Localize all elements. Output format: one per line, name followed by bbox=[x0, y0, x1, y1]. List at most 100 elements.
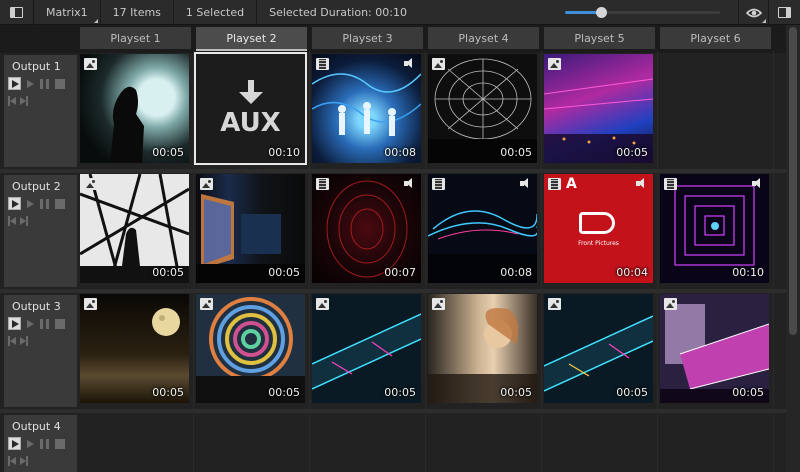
image-icon bbox=[664, 298, 677, 310]
zoom-slider-handle[interactable] bbox=[595, 7, 607, 18]
aux-label: AUX bbox=[220, 107, 281, 138]
tile-duration: 00:05 bbox=[500, 146, 532, 159]
playset-header-4[interactable]: Playset 4 bbox=[428, 27, 539, 49]
video-icon bbox=[316, 178, 329, 190]
media-tile-r3c4[interactable]: 00:05 bbox=[428, 294, 537, 403]
column-divider bbox=[657, 51, 658, 472]
column-divider bbox=[425, 51, 426, 472]
output-row-4 bbox=[0, 413, 786, 472]
media-tile-r1c3[interactable]: 00:08 bbox=[312, 54, 421, 163]
video-icon bbox=[664, 178, 677, 190]
image-icon bbox=[548, 58, 561, 70]
tile-duration: 00:10 bbox=[268, 146, 300, 159]
next-icon[interactable] bbox=[20, 216, 28, 226]
media-tile-r2c5[interactable]: Front Pictures A 00:04 bbox=[544, 174, 653, 283]
sound-icon bbox=[404, 58, 416, 69]
play-icon[interactable] bbox=[8, 77, 21, 90]
previous-icon[interactable] bbox=[8, 216, 16, 226]
playset-header-1[interactable]: Playset 1 bbox=[80, 27, 191, 49]
playset-header-2[interactable]: Playset 2 bbox=[196, 27, 307, 51]
play-icon[interactable] bbox=[8, 317, 21, 330]
eye-icon bbox=[745, 8, 762, 17]
column-divider bbox=[309, 51, 310, 472]
next-icon[interactable] bbox=[20, 336, 28, 346]
pause-icon[interactable] bbox=[40, 318, 49, 329]
media-tile-r3c6[interactable]: 00:05 bbox=[660, 294, 769, 403]
stop-icon[interactable] bbox=[55, 198, 65, 209]
previous-icon[interactable] bbox=[8, 336, 16, 346]
image-icon bbox=[432, 298, 445, 310]
playset-header-6[interactable]: Playset 6 bbox=[660, 27, 771, 49]
output-3-controls: Output 3 bbox=[4, 295, 77, 407]
media-tile-r2c1[interactable]: 00:05 bbox=[80, 174, 189, 283]
pause-icon[interactable] bbox=[40, 438, 49, 449]
image-icon bbox=[84, 178, 97, 190]
play-outline-icon[interactable] bbox=[27, 79, 34, 88]
media-tile-r3c3[interactable]: 00:05 bbox=[312, 294, 421, 403]
play-icon[interactable] bbox=[8, 197, 21, 210]
media-tile-r1c5[interactable]: 00:05 bbox=[544, 54, 653, 163]
tile-duration: 00:05 bbox=[384, 386, 416, 399]
sound-icon bbox=[404, 178, 416, 189]
logo-text: Front Pictures bbox=[578, 240, 619, 247]
output-2-controls: Output 2 bbox=[4, 175, 77, 287]
media-tile-r1c1[interactable]: 00:05 bbox=[80, 54, 189, 163]
next-icon[interactable] bbox=[20, 96, 28, 106]
play-outline-icon[interactable] bbox=[27, 199, 34, 208]
media-tile-r2c4[interactable]: 00:08 bbox=[428, 174, 537, 283]
media-tile-r1c4[interactable]: 00:05 bbox=[428, 54, 537, 163]
tile-duration: 00:08 bbox=[384, 146, 416, 159]
vertical-scrollbar[interactable] bbox=[786, 25, 800, 472]
pause-icon[interactable] bbox=[40, 198, 49, 209]
media-tile-r2c6[interactable]: 00:10 bbox=[660, 174, 769, 283]
matrix-selector[interactable]: Matrix1 bbox=[34, 0, 101, 25]
dropdown-corner-icon bbox=[762, 19, 766, 23]
playset-header-5[interactable]: Playset 5 bbox=[544, 27, 655, 49]
image-icon bbox=[316, 298, 329, 310]
stop-icon[interactable] bbox=[55, 438, 65, 449]
pause-icon[interactable] bbox=[40, 78, 49, 89]
column-divider bbox=[193, 51, 194, 472]
tile-duration: 00:05 bbox=[616, 146, 648, 159]
tile-duration: 00:04 bbox=[616, 266, 648, 279]
output-1-controls: Output 1 bbox=[4, 55, 77, 167]
stop-icon[interactable] bbox=[55, 318, 65, 329]
video-icon bbox=[432, 178, 445, 190]
right-panel-icon bbox=[778, 7, 791, 18]
image-icon bbox=[200, 178, 213, 190]
tile-duration: 00:05 bbox=[500, 386, 532, 399]
playset-header-3[interactable]: Playset 3 bbox=[312, 27, 423, 49]
scrollbar-thumb[interactable] bbox=[789, 27, 797, 335]
play-outline-icon[interactable] bbox=[27, 439, 34, 448]
output-4-label: Output 4 bbox=[12, 420, 61, 433]
selected-duration: Selected Duration: 00:10 bbox=[269, 5, 407, 19]
sound-icon bbox=[520, 178, 532, 189]
media-tile-r3c1[interactable]: 00:05 bbox=[80, 294, 189, 403]
media-tile-r2c3[interactable]: 00:07 bbox=[312, 174, 421, 283]
toolbar: Matrix1 17 Items 1 Selected Selected Dur… bbox=[0, 0, 800, 25]
left-panel-icon bbox=[10, 6, 23, 18]
media-tile-r1c2-aux[interactable]: AUX 00:10 bbox=[194, 52, 307, 165]
zoom-slider[interactable] bbox=[565, 7, 720, 18]
play-icon[interactable] bbox=[8, 437, 21, 450]
previous-icon[interactable] bbox=[8, 96, 16, 106]
media-tile-r3c2[interactable]: 00:05 bbox=[196, 294, 305, 403]
video-icon bbox=[548, 178, 561, 190]
image-icon bbox=[432, 58, 445, 70]
video-icon bbox=[316, 58, 329, 70]
preview-toggle-button[interactable] bbox=[738, 0, 768, 25]
tile-duration: 00:05 bbox=[616, 386, 648, 399]
play-outline-icon[interactable] bbox=[27, 319, 34, 328]
media-tile-r3c5[interactable]: 00:05 bbox=[544, 294, 653, 403]
tile-duration: 00:05 bbox=[152, 266, 184, 279]
tile-duration: 00:05 bbox=[152, 146, 184, 159]
tile-duration: 00:05 bbox=[732, 386, 764, 399]
stop-icon[interactable] bbox=[55, 78, 65, 89]
tile-duration: 00:05 bbox=[268, 266, 300, 279]
front-pictures-logo bbox=[579, 212, 615, 234]
toggle-right-panel-button[interactable] bbox=[768, 0, 800, 25]
media-tile-r2c2[interactable]: 00:05 bbox=[196, 174, 305, 283]
toggle-left-panel-button[interactable] bbox=[0, 0, 34, 25]
previous-icon[interactable] bbox=[8, 456, 16, 466]
next-icon[interactable] bbox=[20, 456, 28, 466]
